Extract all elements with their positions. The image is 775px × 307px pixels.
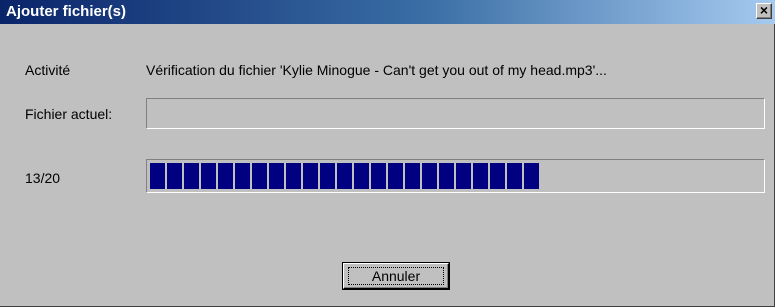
current-file-label: Fichier actuel: (25, 106, 113, 122)
progress-segment (184, 163, 199, 189)
progress-segment (269, 163, 284, 189)
add-files-dialog: Ajouter fichier(s) × Activité Vérificati… (0, 0, 775, 307)
progress-bar (146, 159, 765, 193)
progress-segment (337, 163, 352, 189)
progress-segment (456, 163, 471, 189)
close-button[interactable]: × (756, 3, 772, 19)
progress-segment (422, 163, 437, 189)
progress-segment (473, 163, 488, 189)
cancel-button[interactable]: Annuler (343, 263, 449, 289)
activity-label: Activité (25, 62, 71, 78)
progress-segment (218, 163, 233, 189)
progress-segment (354, 163, 369, 189)
progress-count: 13/20 (25, 170, 61, 186)
close-icon: × (759, 2, 769, 18)
progress-segment (286, 163, 301, 189)
progress-segment (405, 163, 420, 189)
progress-segment (490, 163, 505, 189)
progress-segment (388, 163, 403, 189)
cancel-button-label: Annuler (348, 267, 444, 285)
activity-text: Vérification du fichier 'Kylie Minogue -… (146, 62, 607, 78)
window-title: Ajouter fichier(s) (6, 3, 127, 20)
progress-segment (524, 163, 539, 189)
progress-fill (150, 163, 539, 189)
progress-segment (201, 163, 216, 189)
progress-segment (439, 163, 454, 189)
progress-segment (371, 163, 386, 189)
current-file-field (146, 98, 765, 129)
title-bar[interactable]: Ajouter fichier(s) × (0, 0, 775, 24)
progress-segment (235, 163, 250, 189)
progress-segment (167, 163, 182, 189)
progress-segment (507, 163, 522, 189)
progress-segment (303, 163, 318, 189)
progress-segment (320, 163, 335, 189)
progress-segment (150, 163, 165, 189)
progress-segment (252, 163, 267, 189)
